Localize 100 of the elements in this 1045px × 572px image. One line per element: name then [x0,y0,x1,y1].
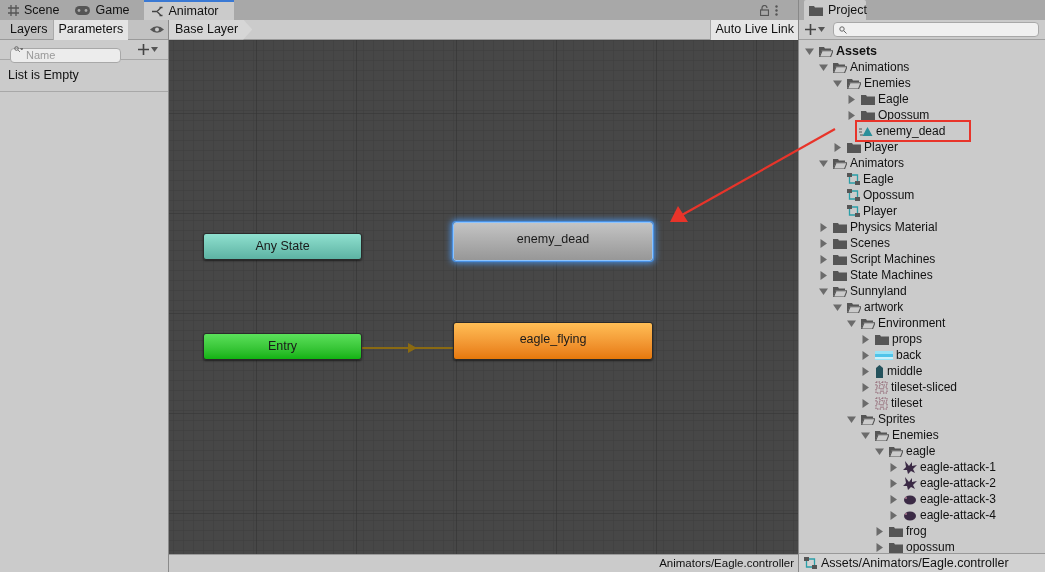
expand-arrow-icon[interactable] [847,94,856,104]
tree-item[interactable]: Eagle [863,170,894,188]
expand-arrow-icon[interactable] [861,398,870,408]
collapse-arrow-icon[interactable] [819,62,828,72]
bird-sprite-icon [903,460,917,474]
open-folder-icon [861,413,875,425]
controller-icon [804,557,817,569]
tree-item[interactable]: Animators [850,154,905,172]
add-icon[interactable] [805,24,816,35]
tree-item[interactable]: Assets [836,41,877,61]
controller-icon [847,173,860,185]
tree-item[interactable]: eagle [906,442,936,460]
tree-item[interactable]: artwork [864,298,904,316]
folder-icon [833,221,847,233]
tree-item[interactable]: Script Machines [850,250,936,268]
folder-icon [861,109,875,121]
collapse-arrow-icon[interactable] [805,46,814,56]
expand-arrow-icon[interactable] [819,238,828,248]
expand-arrow-icon[interactable] [875,526,884,536]
expand-arrow-icon[interactable] [875,542,884,552]
folder-icon [889,525,903,537]
tree-item[interactable]: eagle-attack-1 [920,458,997,476]
collapse-arrow-icon[interactable] [833,302,842,312]
dropdown-caret-icon[interactable] [818,27,825,32]
open-folder-icon [833,157,847,169]
state-node[interactable]: eagle_flying [453,322,653,360]
tree-item[interactable]: eagle-attack-2 [920,474,997,492]
expand-arrow-icon[interactable] [819,222,828,232]
tree-item[interactable]: frog [906,522,927,540]
tree-item[interactable]: Environment [878,314,946,332]
state-node[interactable]: Entry [203,333,362,360]
expand-arrow-icon[interactable] [889,494,898,504]
status-bar-path: Animators/Eagle.controller [659,555,794,571]
tree-item[interactable]: Player [863,202,897,220]
tree-item[interactable]: tileset [891,394,923,412]
more-options-icon[interactable] [775,4,778,16]
collapse-arrow-icon[interactable] [861,430,870,440]
expand-arrow-icon[interactable] [819,254,828,264]
tree-item[interactable]: Enemies [892,426,939,444]
bird-sprite-icon [903,493,917,505]
panel-tab[interactable]: Layers [5,19,54,40]
collapse-arrow-icon[interactable] [847,414,856,424]
tree-item[interactable]: props [892,330,923,348]
open-folder-icon [847,301,861,313]
tree-item[interactable]: Physics Material [850,218,938,236]
expand-arrow-icon[interactable] [847,110,856,120]
window-tab[interactable]: Game [67,0,138,20]
search-field[interactable] [833,22,1039,37]
tree-item[interactable]: eagle-attack-4 [920,506,997,524]
collapse-arrow-icon[interactable] [847,318,856,328]
expand-arrow-icon[interactable] [889,510,898,520]
tree-item[interactable]: enemy_dead [876,122,946,140]
expand-arrow-icon[interactable] [861,366,870,376]
tree-item[interactable]: Animations [850,58,910,76]
tree-item[interactable]: opossum [906,538,955,553]
expand-arrow-icon[interactable] [861,382,870,392]
tree-item[interactable]: middle [887,362,923,380]
open-folder-icon [847,77,861,89]
collapse-arrow-icon[interactable] [819,286,828,296]
tree-item[interactable]: back [896,346,922,364]
open-folder-icon [889,445,903,457]
state-node[interactable]: Any State [203,233,362,260]
collapse-arrow-icon[interactable] [875,446,884,456]
expand-arrow-icon[interactable] [889,478,898,488]
expand-arrow-icon[interactable] [861,350,870,360]
tree-item[interactable]: State Machines [850,266,933,284]
breadcrumb[interactable]: Base Layer [169,19,253,40]
search-field[interactable]: Name [10,47,121,63]
tree-item[interactable]: Scenes [850,234,891,252]
controller-icon [847,189,860,201]
window-tab[interactable]: Scene [0,0,68,20]
gamepad-icon [75,5,91,15]
expand-arrow-icon[interactable] [861,334,870,344]
expand-arrow-icon[interactable] [819,270,828,280]
transition-arrow[interactable] [362,342,453,354]
tree-item[interactable]: eagle-attack-3 [920,490,997,508]
expand-arrow-icon[interactable] [889,462,898,472]
project-tab[interactable]: Project [804,0,866,20]
tree-item[interactable]: Opossum [878,106,930,124]
tree-item[interactable]: Eagle [878,90,909,108]
tileset-image-icon [875,396,888,410]
dropdown-caret-icon[interactable] [151,47,158,52]
tree-item[interactable]: Sunnyland [850,282,907,300]
tree-item[interactable]: Player [864,138,898,156]
folder-icon [847,141,861,153]
tree-item[interactable]: tileset-sliced [891,378,958,396]
controller-icon [847,205,860,217]
collapse-arrow-icon[interactable] [819,158,828,168]
tree-item[interactable]: Sprites [878,410,916,428]
collapse-arrow-icon[interactable] [833,78,842,88]
folder-icon [875,333,889,345]
expand-arrow-icon[interactable] [833,142,842,152]
state-node[interactable]: enemy_dead [453,222,653,261]
tree-item[interactable]: Opossum [863,186,915,204]
window-tab[interactable]: Animator [143,0,234,20]
auto-live-link-button[interactable]: Auto Live Link [710,19,798,40]
tree-item[interactable]: Enemies [864,74,911,92]
add-icon[interactable] [138,44,149,55]
lock-icon[interactable] [760,4,769,16]
eye-icon[interactable] [150,25,164,34]
